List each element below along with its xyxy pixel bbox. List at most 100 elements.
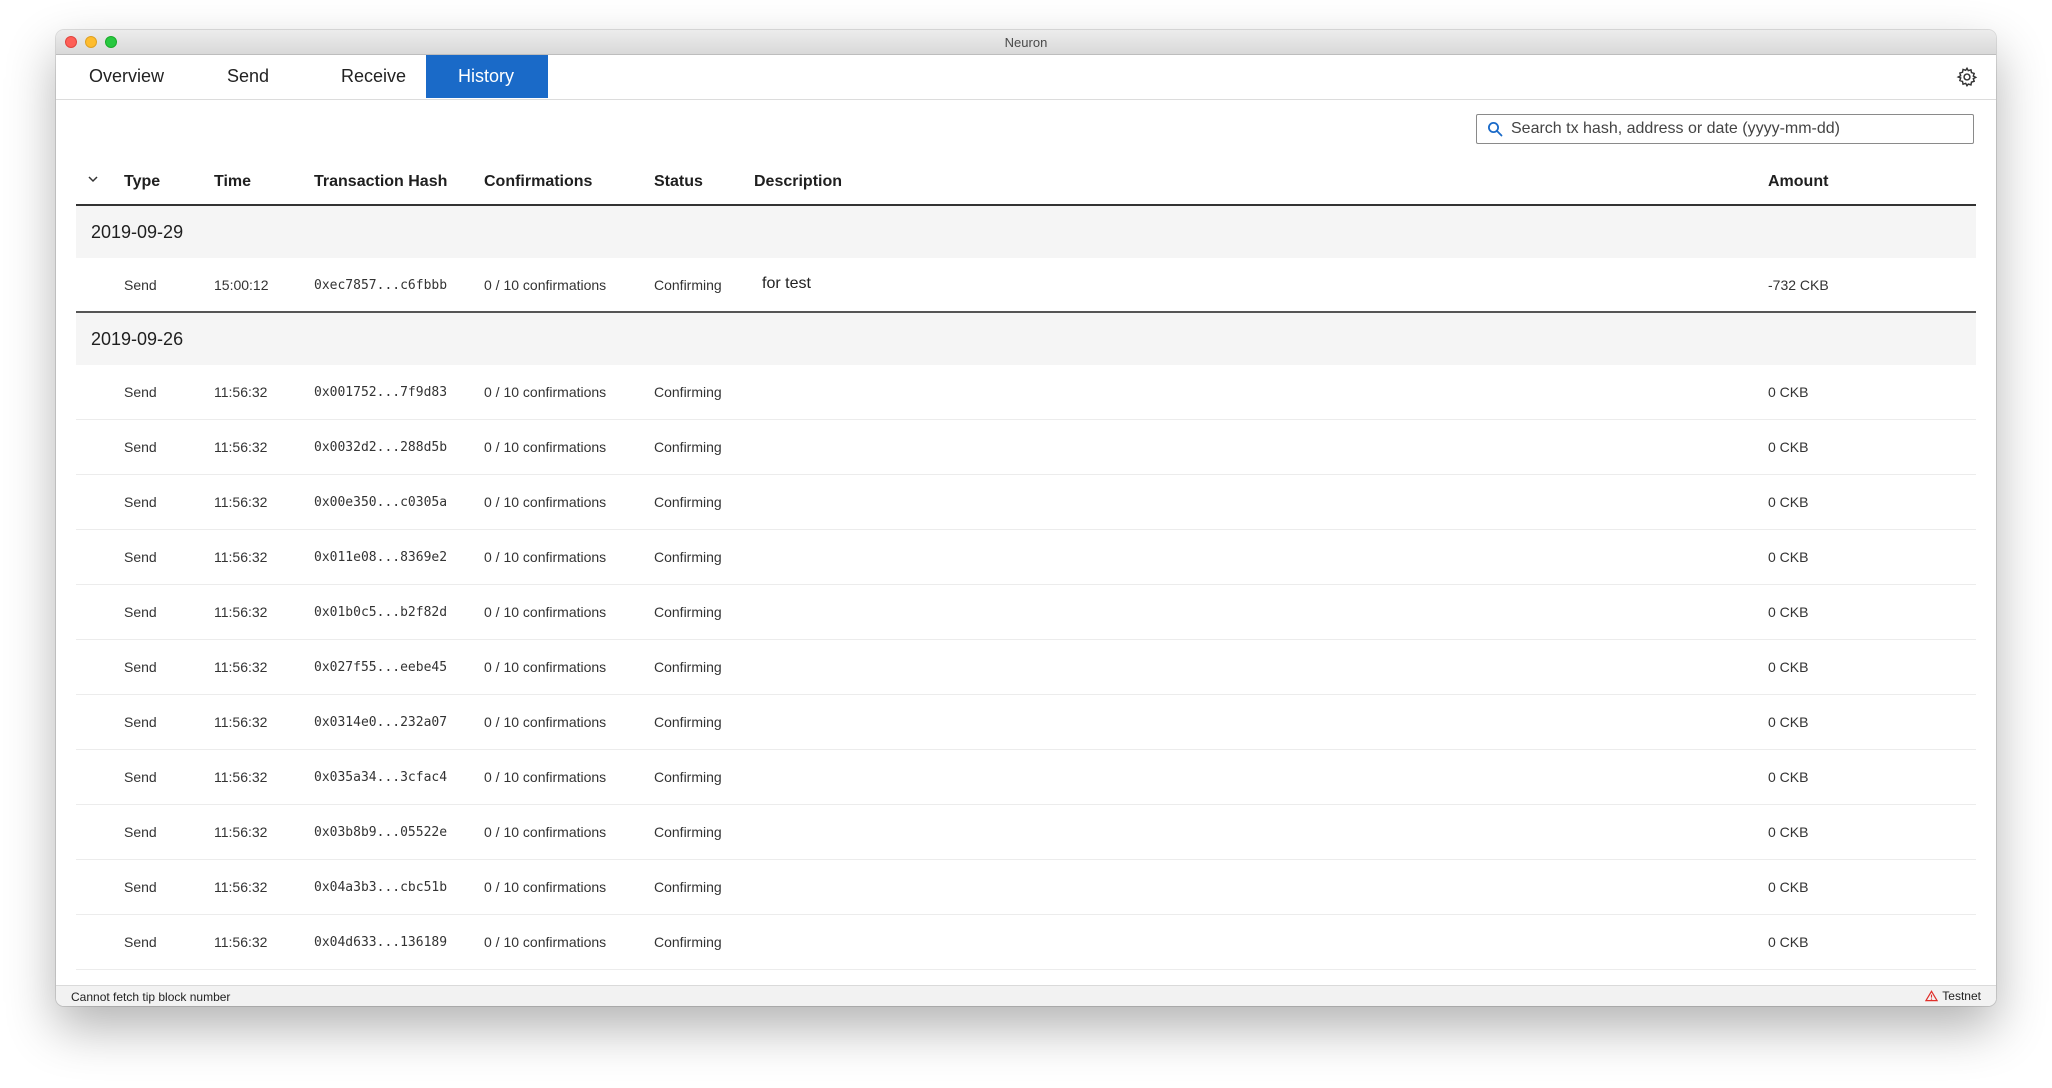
row-type: Send (124, 384, 157, 400)
date-group-header: 2019-09-29 (76, 206, 1976, 258)
row-hash[interactable]: 0x001752...7f9d83 (314, 385, 447, 400)
row-confirmations: 0 / 10 confirmations (484, 934, 607, 950)
tab-send[interactable]: Send (196, 55, 306, 98)
row-confirmations: 0 / 10 confirmations (484, 714, 607, 730)
row-status: Confirming (654, 714, 722, 730)
group-date: 2019-09-29 (91, 222, 184, 242)
row-confirmations: 0 / 10 confirmations (484, 769, 607, 785)
row-hash[interactable]: 0x01b0c5...b2f82d (314, 605, 447, 620)
row-type: Send (124, 549, 157, 565)
row-time: 11:56:32 (214, 879, 268, 895)
table-row[interactable]: Send 11:56:32 0x035a34...3cfac4 0 / 10 c… (76, 750, 1976, 805)
row-amount: 0 CKB (1768, 879, 1809, 895)
table-row[interactable]: Send 11:56:32 0x01b0c5...b2f82d 0 / 10 c… (76, 585, 1976, 640)
row-time: 11:56:32 (214, 384, 268, 400)
row-confirmations: 0 / 10 confirmations (484, 659, 607, 675)
column-header-time[interactable]: Time (214, 173, 251, 191)
gear-icon[interactable] (1956, 66, 1978, 88)
search-icon (1488, 122, 1503, 137)
network-indicator[interactable]: Testnet (1925, 989, 1981, 1003)
row-type: Send (124, 714, 157, 730)
row-confirmations: 0 / 10 confirmations (484, 384, 607, 400)
table-row[interactable]: Send 15:00:12 0xec7857...c6fbbb 0 / 10 c… (76, 258, 1976, 313)
row-hash[interactable]: 0xec7857...c6fbbb (314, 278, 447, 293)
tab-receive[interactable]: Receive (306, 55, 426, 98)
row-hash[interactable]: 0x03b8b9...05522e (314, 825, 447, 840)
chevron-down-icon[interactable] (86, 172, 100, 186)
row-type: Send (124, 277, 157, 293)
row-status: Confirming (654, 604, 722, 620)
column-header-status[interactable]: Status (654, 173, 703, 191)
table-row[interactable]: Send 11:56:32 0x04d633...136189 0 / 10 c… (76, 915, 1976, 970)
table-row[interactable]: Send 11:56:32 0x0032d2...288d5b 0 / 10 c… (76, 420, 1976, 475)
row-confirmations: 0 / 10 confirmations (484, 277, 607, 293)
table-header: Type Time Transaction Hash Confirmations… (76, 160, 1976, 206)
row-amount: 0 CKB (1768, 934, 1809, 950)
table-row[interactable]: Send 11:56:32 0x027f55...eebe45 0 / 10 c… (76, 640, 1976, 695)
table-row[interactable]: Send 11:56:32 0x04a3b3...cbc51b 0 / 10 c… (76, 860, 1976, 915)
table-row[interactable]: Send 11:56:32 0x00e350...c0305a 0 / 10 c… (76, 475, 1976, 530)
row-confirmations: 0 / 10 confirmations (484, 879, 607, 895)
title-bar: Neuron (56, 30, 1996, 55)
row-amount: 0 CKB (1768, 769, 1809, 785)
row-hash[interactable]: 0x04d633...136189 (314, 935, 447, 950)
table-row[interactable]: Send 11:56:32 0x001752...7f9d83 0 / 10 c… (76, 365, 1976, 420)
row-type: Send (124, 879, 157, 895)
row-time: 11:56:32 (214, 439, 268, 455)
tab-overview[interactable]: Overview (56, 55, 196, 98)
column-header-hash[interactable]: Transaction Hash (314, 173, 447, 191)
row-type: Send (124, 659, 157, 675)
row-hash[interactable]: 0x04a3b3...cbc51b (314, 880, 447, 895)
table-row[interactable]: Send 11:56:32 0x03b8b9...05522e 0 / 10 c… (76, 805, 1976, 860)
row-time: 11:56:32 (214, 769, 268, 785)
search-box (1476, 114, 1974, 144)
row-amount: 0 CKB (1768, 659, 1809, 675)
row-status: Confirming (654, 494, 722, 510)
row-hash[interactable]: 0x0314e0...232a07 (314, 715, 447, 730)
row-status: Confirming (654, 277, 722, 293)
row-status: Confirming (654, 384, 722, 400)
search-input[interactable] (1511, 115, 1961, 143)
warning-icon (1925, 990, 1939, 1002)
status-bar: Cannot fetch tip block number Testnet (56, 985, 1996, 1006)
row-description[interactable]: for test (762, 275, 811, 293)
row-time: 11:56:32 (214, 549, 268, 565)
row-amount: 0 CKB (1768, 604, 1809, 620)
row-status: Confirming (654, 769, 722, 785)
row-confirmations: 0 / 10 confirmations (484, 439, 607, 455)
row-time: 11:56:32 (214, 659, 268, 675)
row-hash[interactable]: 0x035a34...3cfac4 (314, 770, 447, 785)
row-confirmations: 0 / 10 confirmations (484, 604, 607, 620)
row-hash[interactable]: 0x027f55...eebe45 (314, 660, 447, 675)
row-hash[interactable]: 0x0032d2...288d5b (314, 440, 447, 455)
row-hash[interactable]: 0x00e350...c0305a (314, 495, 447, 510)
column-header-type[interactable]: Type (124, 173, 160, 191)
window-title: Neuron (1004, 35, 1048, 50)
row-confirmations: 0 / 10 confirmations (484, 824, 607, 840)
row-status: Confirming (654, 824, 722, 840)
row-status: Confirming (654, 879, 722, 895)
row-type: Send (124, 494, 157, 510)
row-type: Send (124, 934, 157, 950)
row-time: 11:56:32 (214, 604, 268, 620)
main-navigation: Overview Send Receive History (56, 55, 1996, 100)
row-amount: 0 CKB (1768, 494, 1809, 510)
row-confirmations: 0 / 10 confirmations (484, 549, 607, 565)
tab-history[interactable]: History (426, 55, 548, 98)
row-status: Confirming (654, 549, 722, 565)
row-status: Confirming (654, 934, 722, 950)
column-header-confirmations[interactable]: Confirmations (484, 173, 592, 191)
row-amount: -732 CKB (1768, 277, 1829, 293)
date-group-header: 2019-09-26 (76, 313, 1976, 365)
column-header-description[interactable]: Description (754, 173, 842, 191)
column-header-amount[interactable]: Amount (1768, 173, 1828, 191)
group-date: 2019-09-26 (91, 329, 184, 349)
row-time: 15:00:12 (214, 277, 269, 293)
row-amount: 0 CKB (1768, 714, 1809, 730)
row-status: Confirming (654, 439, 722, 455)
table-row[interactable]: Send 11:56:32 0x0314e0...232a07 0 / 10 c… (76, 695, 1976, 750)
row-hash[interactable]: 0x011e08...8369e2 (314, 550, 447, 565)
row-time: 11:56:32 (214, 494, 268, 510)
row-type: Send (124, 604, 157, 620)
table-row[interactable]: Send 11:56:32 0x011e08...8369e2 0 / 10 c… (76, 530, 1976, 585)
